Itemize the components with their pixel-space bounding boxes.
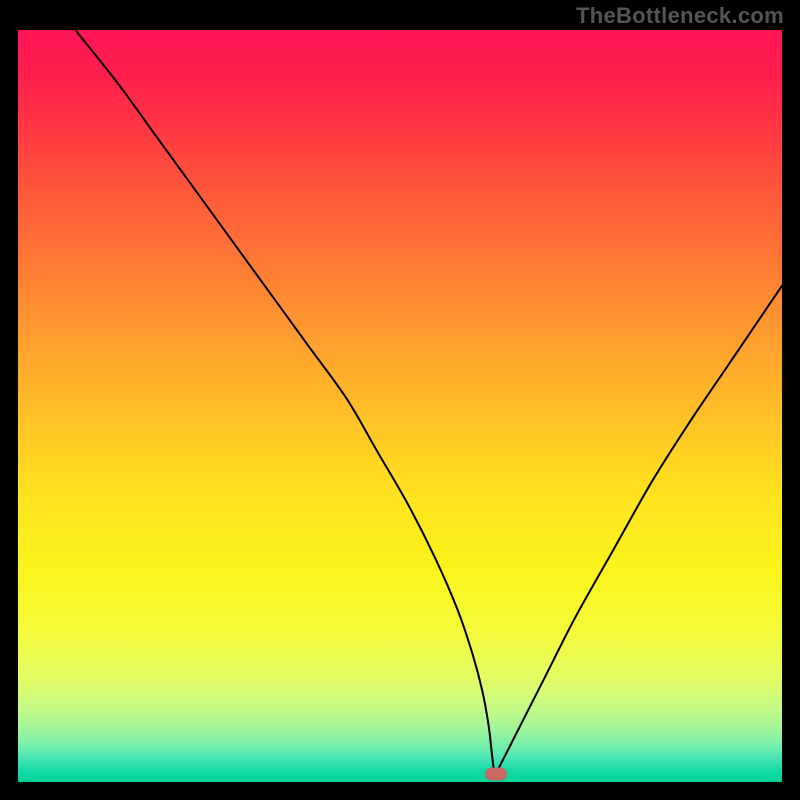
chart-frame: TheBottleneck.com: [0, 0, 800, 800]
optimum-marker: [485, 768, 507, 781]
watermark-text: TheBottleneck.com: [576, 3, 784, 29]
bottleneck-curve: [18, 30, 782, 782]
plot-area: [18, 30, 782, 782]
